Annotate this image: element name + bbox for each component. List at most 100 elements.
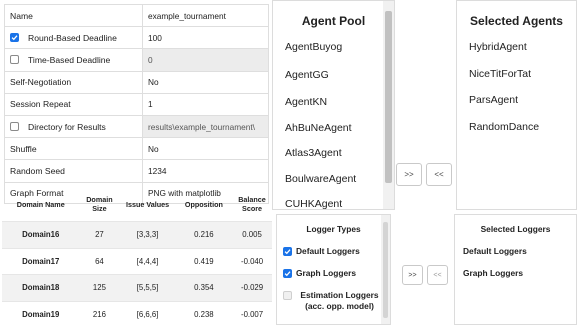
table-row[interactable]: Domain19 216 [6,6,6] 0.238 -0.007: [2, 300, 272, 327]
table-cell: -0.007: [232, 300, 272, 327]
column-header-opposition[interactable]: Opposition: [176, 187, 232, 222]
setting-row-results-directory: Directory for Results results\example_to…: [4, 114, 269, 138]
setting-row-random-seed: Random Seed 1234: [4, 159, 269, 182]
logger-type-item[interactable]: Default Loggers: [283, 246, 360, 256]
table-cell: 0.005: [232, 221, 272, 248]
agent-pool-scrollbar[interactable]: [383, 1, 394, 209]
session-repeat-input[interactable]: 1: [142, 92, 269, 115]
setting-label-round-deadline: Round-Based Deadline: [28, 32, 117, 43]
table-cell: [5,5,5]: [119, 274, 176, 301]
table-cell: 216: [79, 300, 120, 327]
agent-pool-item[interactable]: Atlas3Agent: [285, 147, 342, 159]
tournament-settings-form: Name example_tournament Round-Based Dead…: [4, 4, 269, 204]
default-loggers-checkbox[interactable]: [283, 246, 292, 256]
selected-agents-panel: Selected Agents HybridAgent NiceTitForTa…: [456, 0, 577, 210]
selected-agent-item[interactable]: HybridAgent: [469, 41, 527, 53]
remove-agent-button[interactable]: <<: [426, 163, 452, 186]
setting-label-results-directory: Directory for Results: [28, 121, 106, 132]
agent-pool-item[interactable]: BoulwareAgent: [285, 173, 356, 185]
time-deadline-input[interactable]: 0: [142, 48, 269, 71]
table-cell: 27: [79, 221, 120, 248]
domain-table: Domain Name Domain Size Issue Values Opp…: [2, 187, 272, 327]
setting-row-self-negotiation: Self-Negotiation No: [4, 70, 269, 93]
setting-label-shuffle: Shuffle: [4, 137, 142, 160]
selected-logger-item[interactable]: Default Loggers: [463, 246, 527, 256]
setting-label-time-deadline: Time-Based Deadline: [28, 54, 111, 65]
time-deadline-checkbox[interactable]: [10, 55, 19, 65]
column-header-balance-score[interactable]: Balance Score: [232, 187, 272, 222]
table-cell: Domain18: [2, 274, 80, 301]
table-cell: 0.419: [175, 247, 233, 275]
table-header-row: Domain Name Domain Size Issue Values Opp…: [2, 187, 272, 222]
estimation-loggers-checkbox[interactable]: [283, 291, 292, 300]
column-header-domain-name[interactable]: Domain Name: [2, 187, 79, 222]
results-directory-input[interactable]: results\example_tournament\: [142, 114, 269, 138]
table-cell: Domain17: [2, 247, 80, 275]
table-cell: 0.238: [175, 300, 233, 327]
scrollbar-thumb[interactable]: [383, 222, 388, 318]
setting-row-shuffle: Shuffle No: [4, 137, 269, 160]
add-logger-button[interactable]: >>: [402, 265, 423, 285]
table-row[interactable]: Domain17 64 [4,4,4] 0.419 -0.040: [2, 247, 272, 275]
table-cell: [3,3,3]: [119, 221, 176, 248]
logger-type-item[interactable]: Estimation Loggers (acc. opp. model): [283, 290, 383, 312]
self-negotiation-select[interactable]: No: [142, 70, 269, 93]
setting-label-random-seed: Random Seed: [4, 159, 142, 182]
checkmark-icon: [11, 35, 18, 41]
setting-row-name: Name example_tournament: [4, 4, 269, 27]
agent-pool-item[interactable]: AgentBuyog: [285, 41, 342, 53]
setting-label-session-repeat: Session Repeat: [4, 92, 142, 115]
shuffle-select[interactable]: No: [142, 137, 269, 160]
setting-label-name: Name: [4, 4, 142, 27]
table-cell: 125: [79, 274, 120, 301]
table-row[interactable]: Domain18 125 [5,5,5] 0.354 -0.029: [2, 274, 272, 301]
table-cell: Domain19: [2, 300, 80, 327]
column-header-domain-size[interactable]: Domain Size: [79, 187, 119, 222]
logger-types-title: Logger Types: [306, 224, 361, 234]
setting-row-round-deadline: Round-Based Deadline 100: [4, 26, 269, 49]
selected-loggers-title: Selected Loggers: [480, 224, 551, 234]
table-cell: 0.354: [175, 274, 233, 301]
results-directory-checkbox[interactable]: [10, 122, 19, 132]
round-deadline-checkbox[interactable]: [10, 33, 19, 43]
table-cell: 64: [79, 247, 120, 275]
setting-label-time-deadline-wrap: Time-Based Deadline: [4, 48, 142, 71]
table-row[interactable]: Domain16 27 [3,3,3] 0.216 0.005: [2, 221, 272, 248]
selected-logger-item[interactable]: Graph Loggers: [463, 268, 523, 278]
selected-agent-item[interactable]: RandomDance: [469, 121, 539, 133]
agent-pool-item[interactable]: CUHKAgent: [285, 198, 342, 209]
logger-types-panel: Logger Types Default Loggers Graph Logge…: [276, 214, 391, 325]
setting-label-round-deadline-wrap: Round-Based Deadline: [4, 26, 142, 49]
table-cell: Domain16: [2, 221, 80, 248]
column-header-issue-values[interactable]: Issue Values: [119, 187, 175, 222]
random-seed-input[interactable]: 1234: [142, 159, 269, 182]
table-cell: [4,4,4]: [119, 247, 176, 275]
logger-type-label: Default Loggers: [296, 246, 360, 256]
table-cell: -0.029: [232, 274, 272, 301]
logger-type-item[interactable]: Graph Loggers: [283, 268, 356, 278]
table-cell: -0.040: [232, 247, 272, 275]
setting-label-self-negotiation: Self-Negotiation: [4, 70, 142, 93]
round-deadline-input[interactable]: 100: [142, 26, 269, 49]
setting-label-results-directory-wrap: Directory for Results: [4, 114, 142, 138]
name-input[interactable]: example_tournament: [142, 4, 269, 27]
agent-pool-item[interactable]: AhBuNeAgent: [285, 122, 352, 134]
logger-type-label: Estimation Loggers (acc. opp. model): [300, 290, 379, 311]
logger-type-label: Graph Loggers: [296, 268, 357, 278]
checkmark-icon: [284, 248, 291, 254]
scrollbar-thumb[interactable]: [385, 11, 392, 183]
remove-logger-button[interactable]: <<: [427, 265, 448, 285]
selected-agent-item[interactable]: ParsAgent: [469, 94, 518, 106]
logger-types-scrollbar[interactable]: [381, 215, 390, 324]
graph-loggers-checkbox[interactable]: [283, 268, 292, 278]
selected-agent-item[interactable]: NiceTitForTat: [469, 68, 531, 80]
agent-pool-panel: Agent Pool AgentBuyog AgentGG AgentKN Ah…: [272, 0, 395, 210]
checkmark-icon: [284, 270, 291, 276]
setting-row-session-repeat: Session Repeat 1: [4, 92, 269, 115]
add-agent-button[interactable]: >>: [396, 163, 422, 186]
agent-pool-item[interactable]: AgentGG: [285, 69, 329, 81]
agent-pool-item[interactable]: AgentKN: [285, 96, 327, 108]
table-cell: [6,6,6]: [119, 300, 176, 327]
selected-loggers-panel: Selected Loggers Default Loggers Graph L…: [454, 214, 577, 325]
table-cell: 0.216: [175, 221, 233, 248]
